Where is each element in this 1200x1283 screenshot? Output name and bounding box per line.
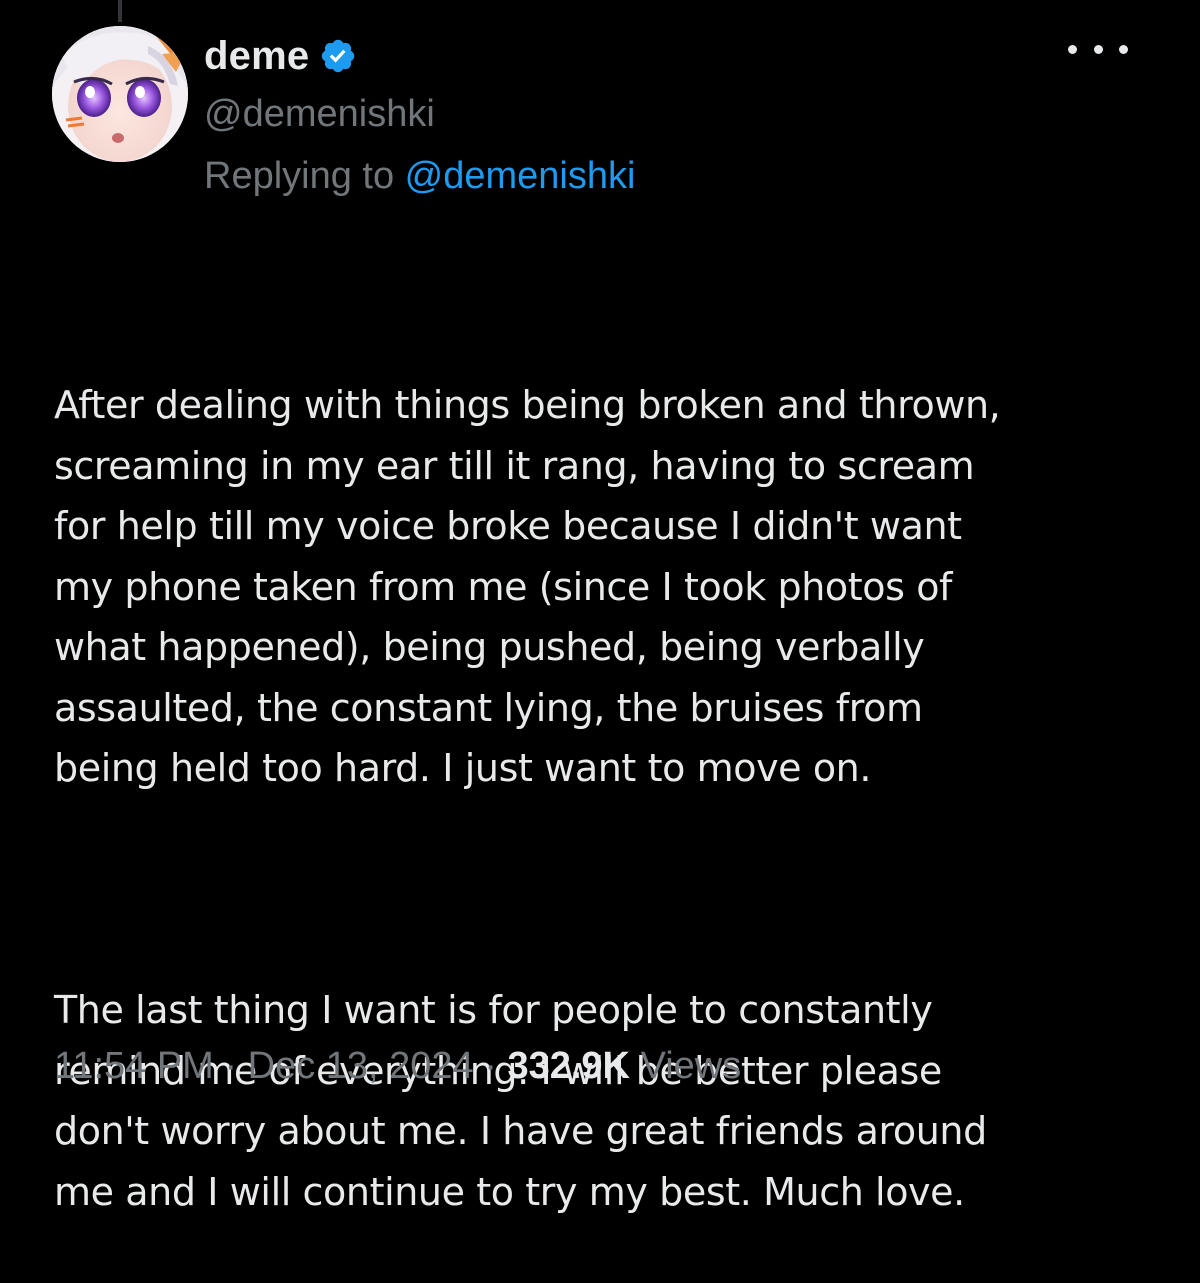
- reply-handle-link[interactable]: @demenishki: [405, 155, 636, 197]
- anime-avatar-icon: [52, 26, 188, 162]
- more-horizontal-icon: [1068, 44, 1077, 54]
- tweet-metadata: 11:54 PM · Dec 13, 2024 · 332.9K Views: [54, 1040, 741, 1092]
- replying-to-line: Replying to @demenishki: [204, 150, 1140, 202]
- more-horizontal-icon-dot: [1119, 44, 1128, 54]
- tweet-time[interactable]: 11:54 PM: [54, 1045, 214, 1087]
- tweet-header: deme @demenishki Replying to @demenishki: [204, 30, 1140, 202]
- avatar[interactable]: [52, 26, 188, 162]
- display-name[interactable]: deme: [204, 34, 309, 79]
- views-label: Views: [630, 1045, 742, 1087]
- tweet-date[interactable]: Dec 13, 2024: [248, 1045, 474, 1087]
- name-row: deme: [204, 30, 1140, 82]
- tweet-text: After dealing with things being broken a…: [54, 254, 1164, 1283]
- tweet-paragraph: The last thing I want is for people to c…: [54, 988, 987, 1214]
- meta-separator: ·: [473, 1045, 508, 1087]
- tweet-paragraph: After dealing with things being broken a…: [54, 383, 1001, 790]
- meta-separator: ·: [213, 1045, 248, 1087]
- verified-badge-icon[interactable]: [319, 37, 357, 75]
- thread-connector-line: [118, 0, 122, 22]
- replying-to-label: Replying to: [204, 155, 405, 197]
- more-horizontal-icon-dot: [1093, 44, 1103, 54]
- views-count[interactable]: 332.9K: [507, 1045, 630, 1087]
- user-handle[interactable]: @demenishki: [204, 88, 1140, 140]
- more-options-button[interactable]: [1068, 34, 1128, 64]
